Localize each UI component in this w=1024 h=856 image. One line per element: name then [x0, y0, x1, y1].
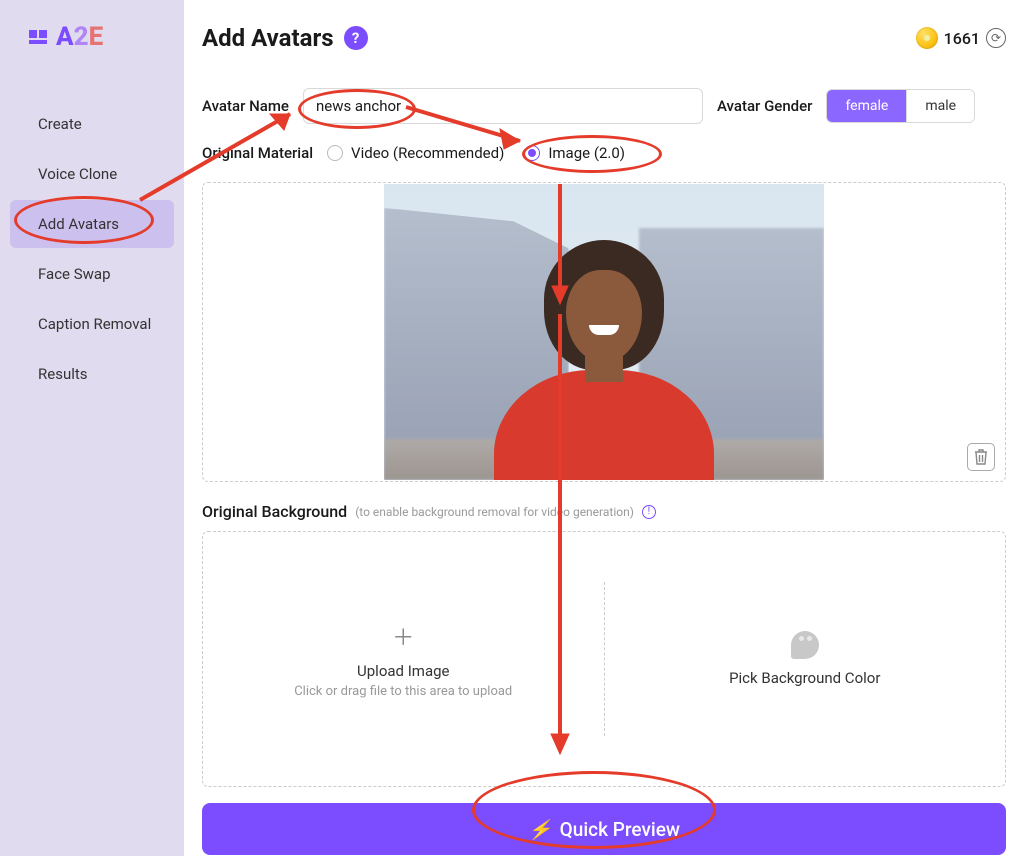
header-right: 1661 ⟳	[916, 27, 1006, 49]
gender-male-button[interactable]: male	[907, 90, 974, 122]
avatar-row: Avatar Name Avatar Gender female male	[202, 88, 1006, 124]
upload-bg-title: Upload Image	[357, 662, 449, 680]
page-title: Add Avatars	[202, 24, 334, 52]
material-label: Original Material	[202, 144, 313, 162]
uploaded-material-box[interactable]	[202, 182, 1006, 482]
radio-icon	[524, 145, 540, 161]
avatar-name-label: Avatar Name	[202, 97, 289, 115]
logo-icon	[26, 25, 50, 49]
material-video-option[interactable]: Video (Recommended)	[327, 144, 504, 162]
avatar-name-input[interactable]	[303, 88, 703, 124]
sidebar-item-create[interactable]: Create	[10, 100, 174, 148]
radio-icon	[327, 145, 343, 161]
background-box: ＋ Upload Image Click or drag file to thi…	[202, 531, 1006, 787]
sidebar-item-add-avatars[interactable]: Add Avatars	[10, 200, 174, 248]
delete-icon[interactable]	[967, 443, 995, 471]
pick-color-area[interactable]: Pick Background Color	[605, 532, 1006, 786]
help-icon[interactable]: ?	[344, 26, 368, 50]
logo[interactable]: A2E	[0, 22, 184, 52]
material-video-label: Video (Recommended)	[351, 144, 504, 162]
main-content: Add Avatars ? 1661 ⟳ Avatar Name Avatar …	[184, 0, 1024, 856]
coin-icon	[916, 27, 938, 49]
sidebar: A2E Create Voice Clone Add Avatars Face …	[0, 0, 184, 856]
plus-icon: ＋	[392, 620, 414, 652]
bg-section-sub: (to enable background removal for video …	[355, 505, 634, 519]
header-left: Add Avatars ?	[202, 24, 368, 52]
upload-bg-sub: Click or drag file to this area to uploa…	[294, 684, 512, 699]
avatar-gender-label: Avatar Gender	[717, 97, 813, 115]
logo-text: A2E	[56, 22, 103, 52]
bolt-icon: ⚡	[528, 818, 552, 841]
material-image-option[interactable]: Image (2.0)	[524, 144, 625, 162]
bg-section-label: Original Background	[202, 502, 347, 521]
material-image-label: Image (2.0)	[548, 144, 625, 162]
material-row: Original Material Video (Recommended) Im…	[202, 144, 1006, 162]
info-icon[interactable]: !	[642, 505, 656, 519]
quick-preview-button[interactable]: ⚡ Quick Preview	[202, 803, 1006, 855]
upload-bg-area[interactable]: ＋ Upload Image Click or drag file to thi…	[203, 532, 604, 786]
gender-toggle: female male	[826, 89, 975, 123]
coin-count: 1661	[944, 29, 980, 48]
sidebar-item-voice-clone[interactable]: Voice Clone	[10, 150, 174, 198]
sidebar-item-face-swap[interactable]: Face Swap	[10, 250, 174, 298]
sidebar-item-results[interactable]: Results	[10, 350, 174, 398]
reload-icon[interactable]: ⟳	[986, 28, 1006, 48]
material-radio-group: Video (Recommended) Image (2.0)	[327, 144, 625, 162]
page-header: Add Avatars ? 1661 ⟳	[202, 24, 1006, 52]
preview-label: Quick Preview	[560, 818, 680, 841]
palette-icon	[791, 631, 819, 659]
sidebar-item-caption-removal[interactable]: Caption Removal	[10, 300, 174, 348]
pick-color-title: Pick Background Color	[729, 669, 880, 687]
gender-female-button[interactable]: female	[827, 90, 906, 122]
bg-section-header: Original Background (to enable backgroun…	[202, 502, 1006, 521]
uploaded-image	[384, 184, 824, 480]
